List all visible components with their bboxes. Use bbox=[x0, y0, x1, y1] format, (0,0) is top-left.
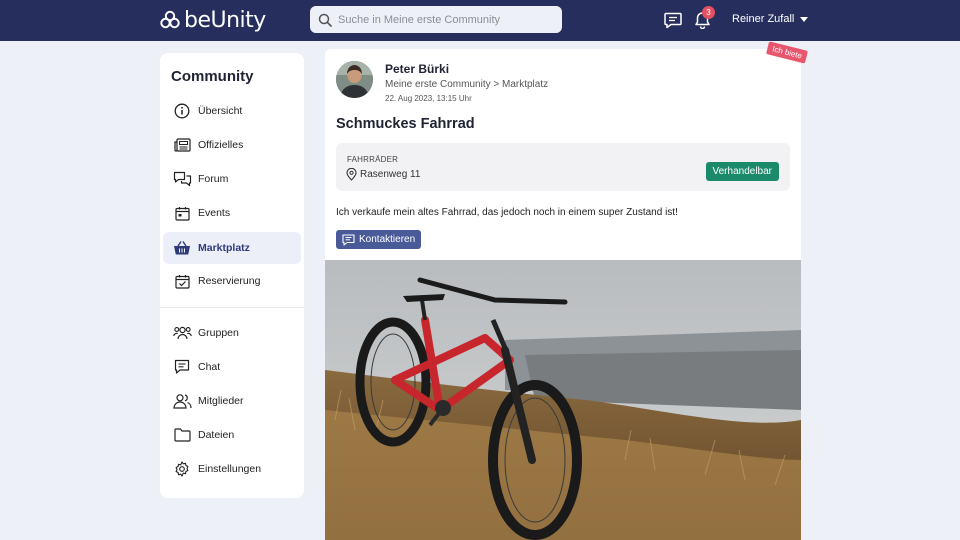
listing-photo[interactable] bbox=[325, 260, 801, 540]
contact-button-label: Kontaktieren bbox=[359, 234, 416, 245]
message-icon bbox=[342, 233, 355, 246]
top-bar: beUnity 3 Reiner Zufall bbox=[0, 0, 960, 41]
post-card: Peter Bürki Meine erste Community > Mark… bbox=[325, 49, 801, 540]
sidebar-item-marktplatz[interactable]: Marktplatz bbox=[163, 232, 301, 264]
location-pin-icon bbox=[346, 168, 357, 181]
sidebar-item-label: Events bbox=[198, 207, 231, 219]
post-date: 22. Aug 2023, 13:15 Uhr bbox=[385, 94, 472, 103]
sidebar-item-mitglieder[interactable]: Mitglieder bbox=[163, 385, 301, 417]
info-icon bbox=[171, 100, 193, 122]
sidebar-item-label: Dateien bbox=[198, 429, 235, 441]
members-icon bbox=[171, 390, 193, 412]
groups-icon bbox=[171, 322, 193, 344]
location-text: Rasenweg 11 bbox=[360, 169, 421, 180]
sidebar-item-label: Forum bbox=[198, 173, 229, 185]
sidebar-item-chat[interactable]: Chat bbox=[163, 351, 301, 383]
sidebar-item-label: Gruppen bbox=[198, 327, 239, 339]
gear-icon bbox=[171, 458, 193, 480]
newspaper-icon bbox=[171, 134, 193, 156]
sidebar-divider bbox=[160, 307, 304, 308]
sidebar-item-einstellungen[interactable]: Einstellungen bbox=[163, 453, 301, 485]
post-description: Ich verkaufe mein altes Fahrrad, das jed… bbox=[336, 207, 678, 218]
basket-icon bbox=[171, 237, 193, 259]
logo[interactable]: beUnity bbox=[160, 7, 266, 33]
sidebar-item-uebersicht[interactable]: Übersicht bbox=[163, 95, 301, 127]
avatar[interactable] bbox=[336, 61, 373, 98]
sidebar-item-label: Marktplatz bbox=[198, 242, 250, 254]
sidebar-item-label: Mitglieder bbox=[198, 395, 244, 407]
listing-info-box: FAHRRÄDER Rasenweg 11 Verhandelbar bbox=[336, 143, 790, 191]
user-name: Reiner Zufall bbox=[732, 13, 795, 25]
post-title: Schmuckes Fahrrad bbox=[336, 116, 475, 132]
logo-icon bbox=[160, 10, 180, 29]
sidebar-item-events[interactable]: Events bbox=[163, 197, 301, 229]
sidebar-item-label: Offizielles bbox=[198, 139, 244, 151]
negotiable-badge: Verhandelbar bbox=[705, 162, 779, 181]
sidebar: Community Übersicht Offizielles Forum Ev… bbox=[160, 53, 304, 498]
post-author[interactable]: Peter Bürki bbox=[385, 62, 449, 76]
notification-badge: 3 bbox=[702, 6, 715, 19]
logo-text: beUnity bbox=[184, 7, 266, 33]
sidebar-item-reservierung[interactable]: Reservierung bbox=[163, 265, 301, 297]
search-box[interactable] bbox=[310, 6, 562, 33]
listing-location: Rasenweg 11 bbox=[346, 168, 420, 181]
user-menu[interactable]: Reiner Zufall bbox=[732, 13, 809, 25]
search-input[interactable] bbox=[338, 13, 558, 26]
contact-button[interactable]: Kontaktieren bbox=[336, 230, 422, 249]
sidebar-item-gruppen[interactable]: Gruppen bbox=[163, 317, 301, 349]
messages-button[interactable] bbox=[663, 10, 683, 30]
calendar-check-icon bbox=[171, 270, 193, 292]
sidebar-item-forum[interactable]: Forum bbox=[163, 163, 301, 195]
sidebar-title: Community bbox=[171, 68, 254, 85]
forum-icon bbox=[171, 168, 193, 190]
search-icon bbox=[318, 13, 332, 27]
sidebar-item-dateien[interactable]: Dateien bbox=[163, 419, 301, 451]
folder-icon bbox=[171, 424, 193, 446]
sidebar-item-label: Reservierung bbox=[198, 275, 261, 287]
breadcrumb[interactable]: Meine erste Community > Marktplatz bbox=[385, 79, 548, 90]
sidebar-item-offizielles[interactable]: Offizielles bbox=[163, 129, 301, 161]
chat-icon bbox=[171, 356, 193, 378]
listing-category: FAHRRÄDER bbox=[347, 155, 399, 164]
calendar-icon bbox=[171, 202, 193, 224]
sidebar-item-label: Übersicht bbox=[198, 105, 243, 117]
sidebar-item-label: Chat bbox=[198, 361, 221, 373]
sidebar-item-label: Einstellungen bbox=[198, 463, 262, 475]
chevron-down-icon bbox=[800, 16, 809, 22]
message-icon bbox=[664, 12, 682, 28]
